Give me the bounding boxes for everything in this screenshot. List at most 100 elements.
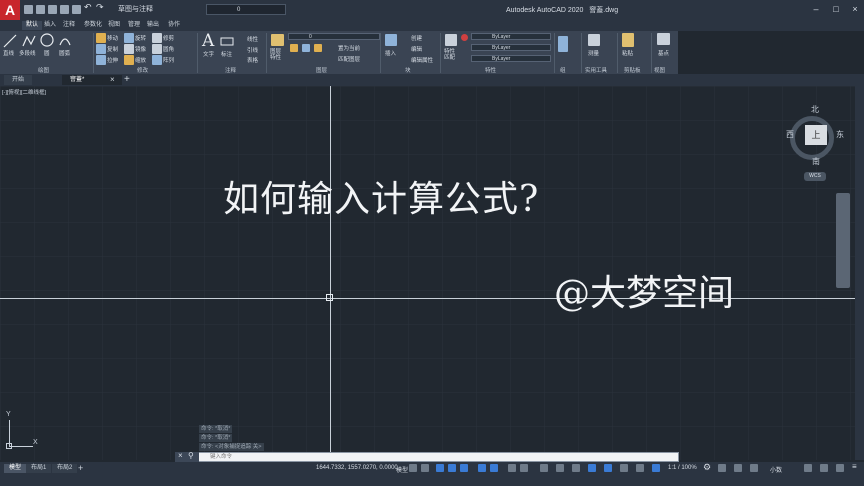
quick-layer-combo[interactable]: 0 [206, 4, 286, 15]
new-tab-icon[interactable]: + [124, 74, 130, 85]
circle-icon[interactable] [40, 33, 54, 47]
scale-icon[interactable] [124, 55, 134, 65]
layer-properties-icon[interactable] [271, 34, 284, 46]
move-icon[interactable] [96, 33, 106, 43]
command-input[interactable] [210, 453, 670, 461]
linear-button[interactable]: 线性 [247, 35, 258, 43]
array-icon[interactable] [152, 55, 162, 65]
create-block-button[interactable]: 创建 [411, 34, 422, 42]
tab-layout1[interactable]: 布局1 [26, 464, 52, 473]
measure-icon[interactable] [588, 34, 600, 46]
tab-view[interactable]: 视图 [104, 21, 124, 30]
units-display[interactable]: 小数 [770, 465, 782, 474]
annotation-scale-icon[interactable] [750, 464, 758, 472]
text-icon[interactable]: A [202, 31, 214, 51]
color-wheel-icon[interactable] [461, 34, 468, 41]
tab-output[interactable]: 输出 [143, 21, 163, 30]
line-button[interactable]: 直线 [3, 49, 14, 57]
tab-collaborate[interactable]: 协作 [164, 21, 184, 30]
app-menu-button[interactable]: A [0, 0, 20, 20]
measure-button[interactable]: 测量 [588, 49, 599, 57]
compass-east[interactable]: 东 [836, 129, 844, 140]
navigation-bar[interactable] [836, 193, 850, 288]
circle-button[interactable]: 圆 [44, 49, 50, 57]
hardware-acceleration-icon[interactable] [820, 464, 828, 472]
snap-toggle-icon[interactable] [421, 464, 429, 472]
ortho-toggle-icon[interactable] [436, 464, 444, 472]
tab-insert[interactable]: 插入 [40, 21, 60, 30]
compass-north[interactable]: 北 [811, 104, 819, 115]
compass-south[interactable]: 南 [812, 156, 820, 167]
undo-icon[interactable]: ↶ [84, 2, 93, 12]
move-button[interactable]: 移动 [107, 34, 118, 42]
base-view-icon[interactable] [657, 33, 670, 45]
layer-properties-button[interactable]: 图层特性 [270, 49, 286, 61]
clean-screen-icon[interactable] [836, 464, 844, 472]
layer-freeze-icon[interactable] [314, 44, 322, 52]
mirror-icon[interactable] [124, 44, 134, 54]
tab-parametric[interactable]: 参数化 [80, 21, 106, 30]
minimize-button[interactable]: – [810, 4, 822, 15]
match-layer-button[interactable]: 匹配图层 [338, 55, 360, 63]
dynamic-ucs-icon[interactable] [588, 464, 596, 472]
polar-toggle-icon[interactable] [448, 464, 456, 472]
leader-button[interactable]: 引线 [247, 46, 258, 54]
paste-icon[interactable] [622, 33, 634, 47]
dimension-icon[interactable] [220, 34, 234, 46]
wcs-menu[interactable]: WCS [804, 172, 826, 181]
coordinate-display[interactable]: 1644.7332, 1557.0270, 0.0000 [316, 465, 398, 471]
tab-annotate[interactable]: 注释 [59, 21, 79, 30]
vertical-scrollbar[interactable] [855, 86, 864, 460]
save-icon[interactable] [48, 5, 57, 14]
save-as-icon[interactable] [60, 5, 69, 14]
new-icon[interactable] [24, 5, 33, 14]
customize-icon[interactable]: ⚲ [188, 451, 194, 460]
layer-isolate-icon[interactable] [302, 44, 310, 52]
selection-cycling-icon[interactable] [540, 464, 548, 472]
table-button[interactable]: 表格 [247, 56, 258, 64]
linetype-combo[interactable]: ByLayer [471, 44, 551, 51]
close-tab-icon[interactable]: × [110, 75, 115, 84]
annotation-visibility-icon[interactable] [556, 464, 564, 472]
fillet-button[interactable]: 圆角 [163, 45, 174, 53]
quick-properties-icon[interactable] [636, 464, 644, 472]
scale-button[interactable]: 缩放 [135, 56, 146, 64]
trim-button[interactable]: 修剪 [163, 34, 174, 42]
polyline-icon[interactable] [22, 34, 36, 48]
quick-properties-toggle-icon[interactable] [804, 464, 812, 472]
stretch-button[interactable]: 拉伸 [107, 56, 118, 64]
viewport-controls[interactable]: [-][俯视][二维线框] [2, 88, 46, 96]
stretch-icon[interactable] [96, 55, 106, 65]
trim-icon[interactable] [152, 33, 162, 43]
text-button[interactable]: 文字 [203, 50, 214, 58]
gear-icon[interactable]: ⚙ [703, 462, 711, 472]
make-current-button[interactable]: 置为当前 [338, 44, 360, 52]
autoscale-icon[interactable] [572, 464, 580, 472]
model-space-toggle[interactable]: 模型 [396, 465, 408, 474]
workspace-switch-icon[interactable] [718, 464, 726, 472]
tab-default[interactable]: 默认 [22, 21, 43, 30]
tab-model[interactable]: 模型 [4, 464, 27, 473]
insert-block-button[interactable]: 插入 [385, 49, 396, 57]
polyline-button[interactable]: 多段线 [19, 49, 36, 57]
lock-ui-icon[interactable] [734, 464, 742, 472]
isolate-objects-icon[interactable] [652, 464, 660, 472]
lineweight-toggle-icon[interactable] [508, 464, 516, 472]
dimension-button[interactable]: 标注 [221, 50, 232, 58]
group-icon[interactable] [558, 36, 568, 52]
isodraft-icon[interactable] [460, 464, 468, 472]
edit-attributes-button[interactable]: 编辑属性 [411, 56, 433, 64]
compass-west[interactable]: 西 [786, 129, 794, 140]
tab-manage[interactable]: 管理 [124, 21, 144, 30]
copy-button[interactable]: 复制 [107, 45, 118, 53]
match-properties-button[interactable]: 特性匹配 [444, 49, 456, 61]
paste-button[interactable]: 粘贴 [622, 49, 633, 57]
open-icon[interactable] [36, 5, 45, 14]
annotation-scale[interactable]: 1:1 / 100% [668, 465, 697, 471]
customize-menu-icon[interactable]: ≡ [852, 462, 859, 471]
arc-button[interactable]: 圆弧 [59, 49, 70, 57]
osnap-icon[interactable] [490, 464, 498, 472]
tab-start[interactable]: 开始 [4, 75, 33, 85]
layer-state-icon[interactable] [290, 44, 298, 52]
grid-toggle-icon[interactable] [409, 464, 417, 472]
